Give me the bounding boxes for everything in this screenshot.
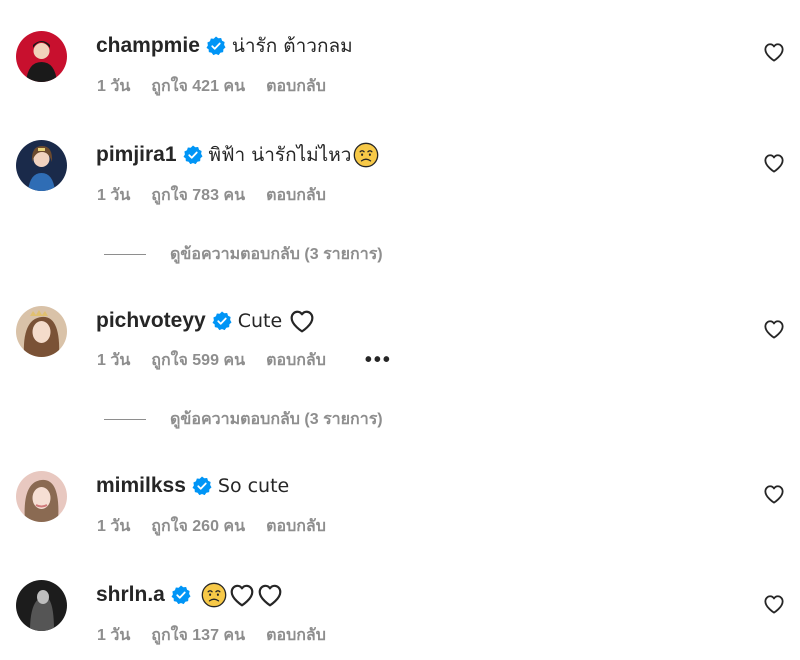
view-replies-label[interactable]: ดูข้อความตอบกลับ (3 รายการ) — [170, 407, 383, 432]
heart-outline-icon[interactable] — [763, 42, 785, 62]
username[interactable]: champmie — [96, 34, 200, 58]
like-count[interactable]: ถูกใจ 783 คน — [151, 183, 245, 208]
sad-face-emoji — [353, 142, 379, 168]
heart-outline-icon[interactable] — [763, 594, 785, 614]
heart-outline-icon[interactable] — [763, 153, 785, 173]
avatar[interactable] — [16, 580, 67, 631]
white-heart-emoji — [257, 583, 283, 607]
comment-header: champmie น่ารัก ต้าวกลม — [96, 31, 353, 61]
comment-meta: 1 วัน ถูกใจ 260 คน ตอบกลับ — [97, 514, 347, 539]
comment-item: mimilkss So cute 1 วัน ถูกใจ 260 คน ตอบก… — [0, 471, 800, 561]
comment-header: mimilkss So cute — [96, 471, 289, 501]
reply-button[interactable]: ตอบกลับ — [266, 348, 326, 373]
like-count[interactable]: ถูกใจ 421 คน — [151, 74, 245, 99]
heart-outline-icon[interactable] — [763, 484, 785, 504]
replies-divider — [104, 253, 146, 255]
comment-text: น่ารัก ต้าวกลม — [231, 35, 353, 57]
replies-divider — [104, 418, 146, 420]
view-replies-button[interactable]: ดูข้อความตอบกลับ (3 รายการ) — [104, 242, 383, 266]
comment-header: pichvoteyy Cute — [96, 306, 316, 336]
comment-time[interactable]: 1 วัน — [97, 623, 130, 648]
like-count[interactable]: ถูกใจ 599 คน — [151, 348, 245, 373]
reply-button[interactable]: ตอบกลับ — [266, 74, 326, 99]
comment-meta: 1 วัน ถูกใจ 421 คน ตอบกลับ — [97, 74, 347, 99]
comment-item: pichvoteyy Cute 1 วัน ถูกใจ 599 คน ตอบกล… — [0, 306, 800, 396]
verified-badge-icon — [171, 585, 191, 605]
comment-time[interactable]: 1 วัน — [97, 514, 130, 539]
comment-text: พิฟ้า น่ารักไม่ไหว — [208, 144, 352, 166]
verified-badge-icon — [206, 36, 226, 56]
more-options-button[interactable]: ••• — [365, 349, 392, 372]
comment-time[interactable]: 1 วัน — [97, 183, 130, 208]
reply-button[interactable]: ตอบกลับ — [266, 514, 326, 539]
like-count[interactable]: ถูกใจ 260 คน — [151, 514, 245, 539]
username[interactable]: pichvoteyy — [96, 309, 206, 333]
avatar[interactable] — [16, 31, 67, 82]
white-heart-emoji — [288, 309, 316, 333]
username[interactable]: shrln.a — [96, 583, 165, 607]
comment-item: pimjira1 พิฟ้า น่ารักไม่ไหว 1 วัน ถูกใจ … — [0, 140, 800, 230]
heart-outline-icon[interactable] — [763, 319, 785, 339]
username[interactable]: pimjira1 — [96, 143, 177, 167]
comment-item: champmie น่ารัก ต้าวกลม 1 วัน ถูกใจ 421 … — [0, 31, 800, 121]
verified-badge-icon — [192, 476, 212, 496]
white-heart-emoji — [229, 583, 255, 607]
verified-badge-icon — [212, 311, 232, 331]
avatar[interactable] — [16, 471, 67, 522]
comment-time[interactable]: 1 วัน — [97, 348, 130, 373]
comment-time[interactable]: 1 วัน — [97, 74, 130, 99]
comment-item: shrln.a 1 วัน ถูกใจ 137 คน ตอบกลับ — [0, 580, 800, 660]
verified-badge-icon — [183, 145, 203, 165]
reply-button[interactable]: ตอบกลับ — [266, 183, 326, 208]
comment-meta: 1 วัน ถูกใจ 137 คน ตอบกลับ — [97, 623, 347, 648]
comment-text: So cute — [217, 475, 290, 497]
comment-header: pimjira1 พิฟ้า น่ารักไม่ไหว — [96, 140, 379, 170]
avatar[interactable] — [16, 140, 67, 191]
comment-header: shrln.a — [96, 580, 283, 610]
avatar[interactable] — [16, 306, 67, 357]
view-replies-label[interactable]: ดูข้อความตอบกลับ (3 รายการ) — [170, 242, 383, 267]
comment-meta: 1 วัน ถูกใจ 599 คน ตอบกลับ ••• — [97, 348, 413, 373]
view-replies-button[interactable]: ดูข้อความตอบกลับ (3 รายการ) — [104, 407, 383, 431]
username[interactable]: mimilkss — [96, 474, 186, 498]
reply-button[interactable]: ตอบกลับ — [266, 623, 326, 648]
like-count[interactable]: ถูกใจ 137 คน — [151, 623, 245, 648]
sad-face-emoji — [201, 582, 227, 608]
comment-text: Cute — [237, 310, 283, 332]
comment-meta: 1 วัน ถูกใจ 783 คน ตอบกลับ — [97, 183, 347, 208]
